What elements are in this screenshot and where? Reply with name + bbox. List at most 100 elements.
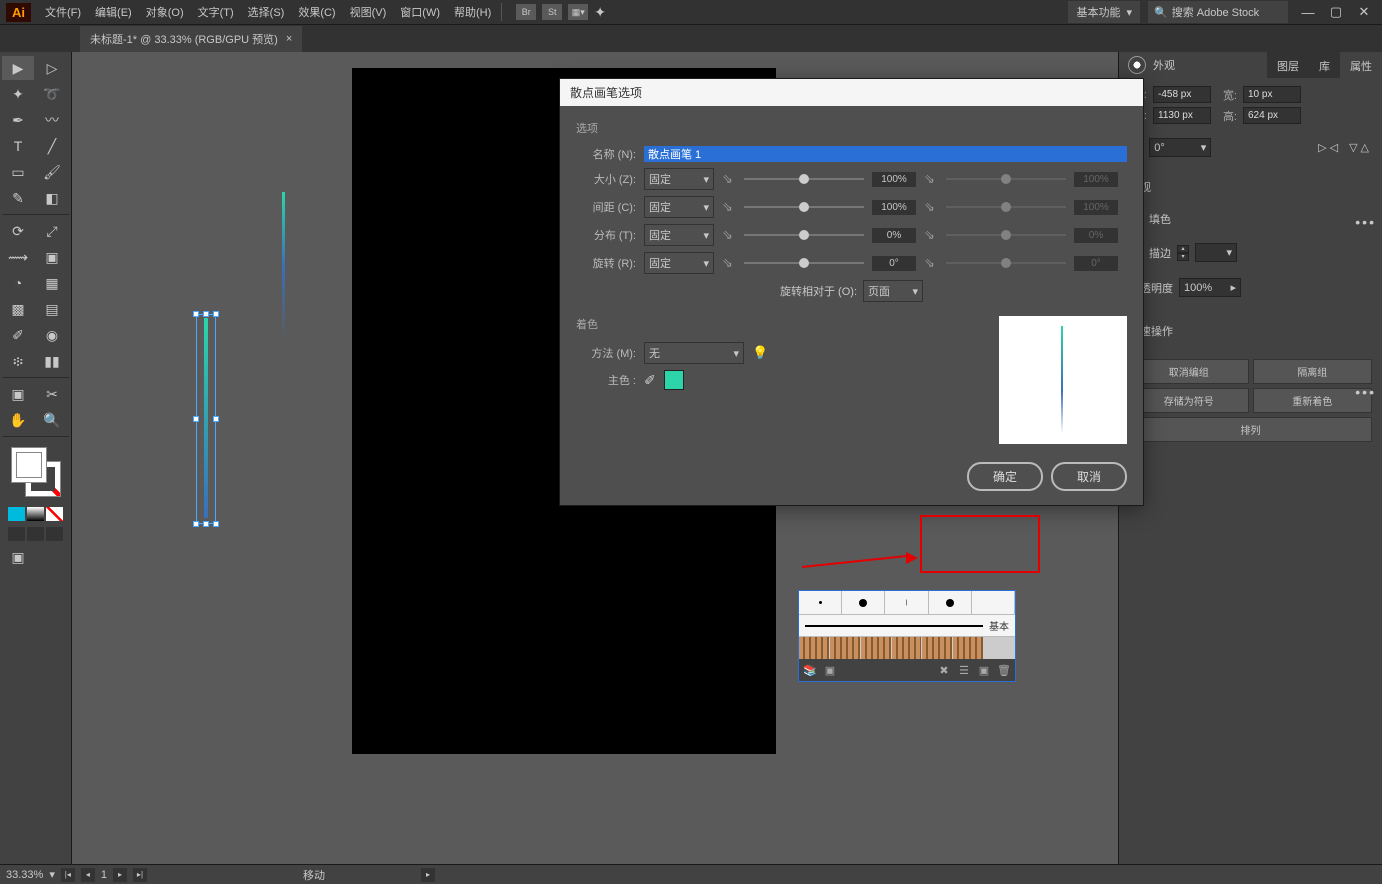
scatter-slider[interactable] [744, 234, 864, 236]
flip-h-icon[interactable]: ▷◁ [1318, 141, 1341, 154]
link-icon[interactable]: ⇘ [722, 227, 736, 243]
spacing-value[interactable]: 100% [872, 200, 916, 215]
menu-effect[interactable]: 效果(C) [292, 0, 341, 24]
magic-wand-tool[interactable]: ✦ [2, 82, 34, 106]
handle[interactable] [213, 521, 219, 527]
draw-behind[interactable] [27, 527, 44, 541]
slice-tool[interactable]: ✂ [36, 382, 68, 406]
fill-swatch[interactable] [11, 447, 47, 483]
menu-select[interactable]: 选择(S) [242, 0, 291, 24]
h-input[interactable] [1243, 107, 1301, 124]
handle[interactable] [193, 311, 199, 317]
shape-builder-tool[interactable]: ◔ [2, 271, 34, 295]
menu-window[interactable]: 窗口(W) [394, 0, 446, 24]
document-tab[interactable]: 未标题-1* @ 33.33% (RGB/GPU 预览) × [80, 26, 302, 52]
scatter-value[interactable]: 0% [872, 228, 916, 243]
artboard-number[interactable]: 1 [101, 869, 107, 881]
prev-artboard[interactable]: ◂ [81, 868, 95, 882]
stock-icon[interactable]: St [542, 4, 562, 20]
spacing-slider[interactable] [744, 206, 864, 208]
size-value[interactable]: 100% [872, 172, 916, 187]
spacing-mode-dropdown[interactable]: 固定▾ [644, 196, 714, 218]
cancel-button[interactable]: 取消 [1051, 462, 1127, 491]
draw-normal[interactable] [8, 527, 25, 541]
tab-properties[interactable]: 属性 [1340, 52, 1382, 78]
arrange-docs-icon[interactable]: ▦▾ [568, 4, 588, 20]
eyedropper-icon[interactable]: ✐ [644, 372, 656, 389]
more-options-icon[interactable]: ••• [1355, 384, 1376, 400]
angle-input[interactable]: 0°▾ [1149, 138, 1211, 157]
nav-popup[interactable]: ▸ [421, 868, 435, 882]
hand-tool[interactable]: ✋ [2, 408, 34, 432]
rotation-relative-dropdown[interactable]: 页面▾ [863, 280, 923, 302]
tips-icon[interactable]: 💡 [752, 345, 768, 361]
brush-libraries-icon[interactable]: 📚 [803, 663, 817, 677]
brush-pattern[interactable] [799, 637, 1015, 659]
name-input[interactable] [644, 146, 1127, 162]
gradient-tool[interactable]: ▤ [36, 297, 68, 321]
type-tool[interactable]: T [2, 134, 34, 158]
next-artboard[interactable]: ▸ [113, 868, 127, 882]
menu-object[interactable]: 对象(O) [140, 0, 190, 24]
symbol-sprayer-tool[interactable]: ፨ [2, 349, 34, 373]
more-options-icon[interactable]: ••• [1355, 214, 1376, 230]
keycolor-swatch[interactable] [664, 370, 684, 390]
new-brush-icon[interactable]: ▣ [977, 663, 991, 677]
stroke-weight-stepper[interactable]: ▴▾ [1177, 245, 1189, 261]
menu-type[interactable]: 文字(T) [192, 0, 240, 24]
eyedropper-tool[interactable]: ✐ [2, 323, 34, 347]
remove-stroke-icon[interactable]: ✖ [937, 663, 951, 677]
free-transform-tool[interactable]: ▣ [36, 245, 68, 269]
handle[interactable] [213, 311, 219, 317]
line-tool[interactable]: ╱ [36, 134, 68, 158]
blend-tool[interactable]: ◉ [36, 323, 68, 347]
recolor-button[interactable]: 重新着色 [1253, 388, 1373, 413]
last-artboard[interactable]: ▸| [133, 868, 147, 882]
width-tool[interactable]: ⟿ [2, 245, 34, 269]
rectangle-tool[interactable]: ▭ [2, 160, 34, 184]
delete-brush-icon[interactable]: 🗑 [997, 663, 1011, 677]
perspective-tool[interactable]: ▦ [36, 271, 68, 295]
gradient-mode[interactable] [27, 507, 44, 521]
handle[interactable] [203, 521, 209, 527]
workspace-dropdown[interactable]: 基本功能▾ [1068, 1, 1140, 23]
minimize-button[interactable]: — [1296, 3, 1320, 21]
arrange-button[interactable]: 排列 [1129, 417, 1372, 442]
first-artboard[interactable]: |◂ [61, 868, 75, 882]
color-mode[interactable] [8, 507, 25, 521]
bridge-icon[interactable]: Br [516, 4, 536, 20]
ungroup-button[interactable]: 取消编组 [1129, 359, 1249, 384]
size-slider[interactable] [744, 178, 864, 180]
graph-tool[interactable]: ▮▮ [36, 349, 68, 373]
gpu-icon[interactable]: ✦ [594, 4, 606, 21]
tab-libraries[interactable]: 库 [1309, 52, 1340, 78]
pen-tool[interactable]: ✒ [2, 108, 34, 132]
lasso-tool[interactable]: ➰ [36, 82, 68, 106]
brush-basic[interactable]: 基本 [799, 615, 1015, 637]
shaper-tool[interactable]: ✎ [2, 186, 34, 210]
draw-inside[interactable] [46, 527, 63, 541]
libraries-icon[interactable]: ▣ [823, 663, 837, 677]
rotation-mode-dropdown[interactable]: 固定▾ [644, 252, 714, 274]
handle[interactable] [213, 416, 219, 422]
rotation-value[interactable]: 0° [872, 256, 916, 271]
link-icon[interactable]: ⇘ [722, 255, 736, 271]
rotate-tool[interactable]: ⟳ [2, 219, 34, 243]
opacity-input[interactable]: 100%▸ [1179, 278, 1241, 297]
selected-object[interactable] [196, 314, 216, 524]
isolate-button[interactable]: 隔离组 [1253, 359, 1373, 384]
fill-stroke-swatch[interactable] [11, 447, 61, 497]
handle[interactable] [193, 521, 199, 527]
mesh-tool[interactable]: ▩ [2, 297, 34, 321]
method-dropdown[interactable]: 无▾ [644, 342, 744, 364]
options-icon[interactable]: ☰ [957, 663, 971, 677]
eraser-tool[interactable]: ◧ [36, 186, 68, 210]
stroke-weight[interactable]: ▾ [1195, 243, 1237, 262]
maximize-button[interactable]: ▢ [1324, 3, 1348, 21]
selection-tool[interactable]: ▶ [2, 56, 34, 80]
curvature-tool[interactable]: 〰 [36, 108, 68, 132]
close-button[interactable]: ✕ [1352, 3, 1376, 21]
zoom-tool[interactable]: 🔍 [36, 408, 68, 432]
artboard-tool[interactable]: ▣ [2, 382, 34, 406]
direct-selection-tool[interactable]: ▷ [36, 56, 68, 80]
